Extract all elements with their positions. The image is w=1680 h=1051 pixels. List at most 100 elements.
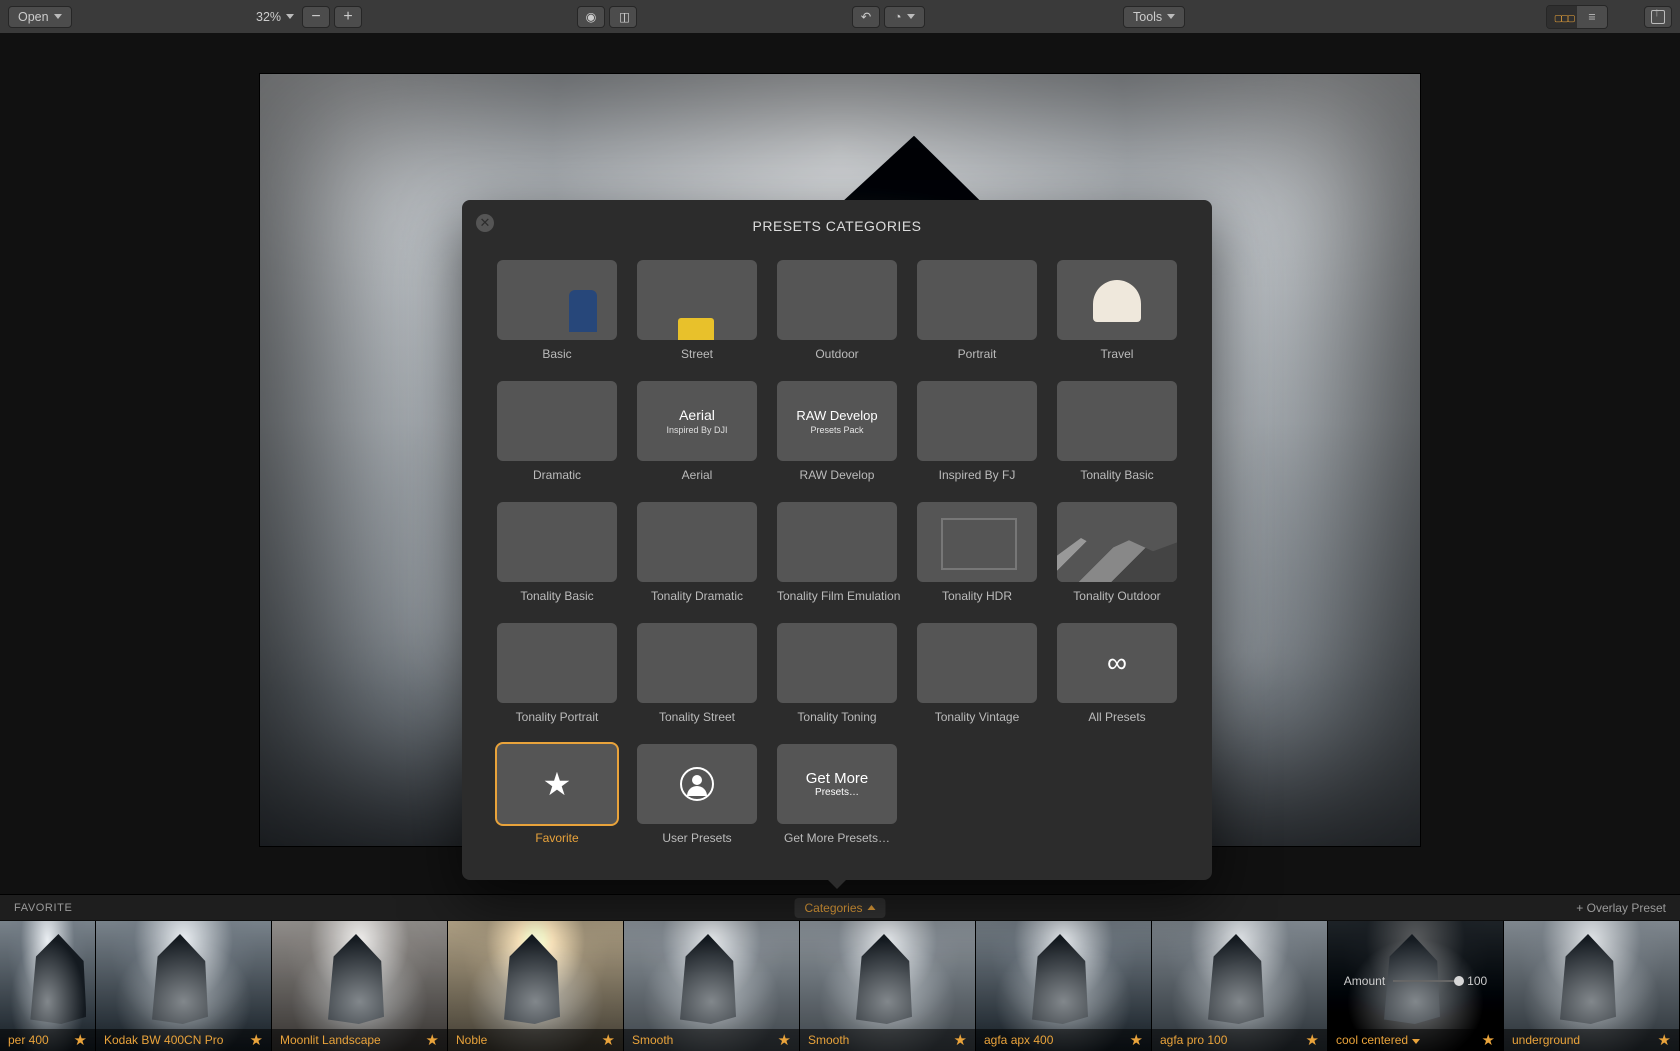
category-thumb: [497, 502, 617, 582]
preset-thumb[interactable]: agfa apx 400★: [976, 921, 1152, 1051]
zoom-in-button[interactable]: +: [334, 6, 362, 28]
preset-thumb[interactable]: agfa pro 100★: [1152, 921, 1328, 1051]
star-icon[interactable]: ★: [1306, 1031, 1319, 1049]
star-icon[interactable]: ★: [426, 1031, 439, 1049]
category-all-presets[interactable]: ∞ All Presets: [1057, 623, 1177, 724]
category-travel[interactable]: Travel: [1057, 260, 1177, 361]
preset-name: underground: [1512, 1033, 1580, 1047]
star-icon[interactable]: ★: [778, 1031, 791, 1049]
panel-mode-segmented: [1546, 5, 1608, 29]
star-icon[interactable]: ★: [1482, 1031, 1495, 1049]
category-inspired-by-fj[interactable]: Inspired By FJ: [917, 381, 1037, 482]
preset-thumb[interactable]: Smooth★: [800, 921, 976, 1051]
category-tonality-portrait[interactable]: Tonality Portrait: [497, 623, 617, 724]
preset-thumb[interactable]: Noble ★: [448, 921, 624, 1051]
preset-name: per 400: [8, 1033, 49, 1047]
overlay-sub: Inspired By DJI: [666, 425, 727, 435]
category-label: Favorite: [497, 831, 617, 845]
star-icon[interactable]: ★: [250, 1031, 263, 1049]
clock-icon: [894, 10, 902, 24]
star-icon[interactable]: ★: [602, 1031, 615, 1049]
chevron-down-icon: [1167, 14, 1175, 19]
category-thumb: [1057, 260, 1177, 340]
category-favorite[interactable]: ★ Favorite: [497, 744, 617, 845]
category-thumb: [917, 381, 1037, 461]
chevron-down-icon[interactable]: [1412, 1039, 1420, 1044]
overlay-preset-button[interactable]: + Overlay Preset: [1576, 901, 1666, 915]
category-portrait[interactable]: Portrait: [917, 260, 1037, 361]
preset-thumb[interactable]: Smooth★: [624, 921, 800, 1051]
category-tonality-basic-2[interactable]: Tonality Basic: [497, 502, 617, 603]
presets-icon: [1554, 10, 1570, 24]
category-label: Tonality Vintage: [917, 710, 1037, 724]
preset-name: Noble: [456, 1033, 487, 1047]
preset-thumb[interactable]: Kodak BW 400CN Pro ★: [96, 921, 272, 1051]
user-icon: [680, 767, 714, 801]
chevron-down-icon: [907, 14, 915, 19]
zoom-value-dropdown[interactable]: 32%: [252, 6, 298, 28]
category-tonality-toning[interactable]: Tonality Toning: [777, 623, 897, 724]
preset-amount-slider[interactable]: Amount 100: [1328, 974, 1503, 988]
preset-thumb[interactable]: underground ★: [1504, 921, 1680, 1051]
category-label: Tonality HDR: [917, 589, 1037, 603]
category-street[interactable]: Street: [637, 260, 757, 361]
category-thumb: [777, 260, 897, 340]
category-label: Tonality Dramatic: [637, 589, 757, 603]
categories-label: Categories: [804, 901, 862, 915]
sliders-icon: [1588, 10, 1595, 24]
star-icon[interactable]: ★: [74, 1031, 87, 1049]
star-icon[interactable]: ★: [954, 1031, 967, 1049]
category-thumb: [917, 623, 1037, 703]
categories-toggle-button[interactable]: Categories: [794, 898, 885, 918]
category-thumb: [497, 623, 617, 703]
category-dramatic[interactable]: Dramatic: [497, 381, 617, 482]
preset-strip[interactable]: per 400 ★ Kodak BW 400CN Pro ★ Moonlit Lan…: [0, 921, 1680, 1051]
preview-toggle-button[interactable]: [577, 6, 605, 28]
category-label: Get More Presets…: [777, 831, 897, 845]
infinity-icon: ∞: [1107, 647, 1127, 679]
category-label: Inspired By FJ: [917, 468, 1037, 482]
open-button[interactable]: Open: [8, 6, 72, 28]
category-tonality-hdr[interactable]: Tonality HDR: [917, 502, 1037, 603]
preset-name: cool centered: [1336, 1033, 1408, 1047]
zoom-out-button[interactable]: −: [302, 6, 330, 28]
chevron-down-icon: [54, 14, 62, 19]
preset-thumb[interactable]: Moonlit Landscape★: [272, 921, 448, 1051]
tools-button[interactable]: Tools: [1123, 6, 1185, 28]
adjustments-panel-button[interactable]: [1577, 6, 1607, 28]
undo-button[interactable]: [852, 6, 880, 28]
open-label: Open: [18, 10, 49, 24]
category-thumb: Aerial Inspired By DJI: [637, 381, 757, 461]
category-basic[interactable]: Basic: [497, 260, 617, 361]
category-raw-develop[interactable]: RAW Develop Presets Pack RAW Develop: [777, 381, 897, 482]
category-tonality-outdoor[interactable]: Tonality Outdoor: [1057, 502, 1177, 603]
category-tonality-film-emulation[interactable]: Tonality Film Emulation: [777, 502, 897, 603]
overlay-title: Get More: [806, 770, 869, 787]
preset-thumb-selected[interactable]: Amount 100 cool centered ★: [1328, 921, 1504, 1051]
compare-button[interactable]: [609, 6, 637, 28]
modal-close-button[interactable]: ✕: [476, 214, 494, 232]
share-button[interactable]: [1644, 6, 1672, 28]
presets-panel-button[interactable]: [1547, 6, 1577, 28]
category-aerial[interactable]: Aerial Inspired By DJI Aerial: [637, 381, 757, 482]
category-user-presets[interactable]: User Presets: [637, 744, 757, 845]
chevron-up-icon: [868, 905, 876, 910]
category-thumb: [777, 623, 897, 703]
category-label: Tonality Basic: [497, 589, 617, 603]
category-thumb: Get More Presets…: [777, 744, 897, 824]
star-icon[interactable]: ★: [1658, 1031, 1671, 1049]
slider-track[interactable]: [1393, 980, 1459, 982]
preset-name: Kodak BW 400CN Pro: [104, 1033, 223, 1047]
category-tonality-dramatic[interactable]: Tonality Dramatic: [637, 502, 757, 603]
category-tonality-basic[interactable]: Tonality Basic: [1057, 381, 1177, 482]
history-button[interactable]: [884, 6, 925, 28]
category-get-more-presets[interactable]: Get More Presets… Get More Presets…: [777, 744, 897, 845]
category-thumb: [637, 623, 757, 703]
category-tonality-street[interactable]: Tonality Street: [637, 623, 757, 724]
category-outdoor[interactable]: Outdoor: [777, 260, 897, 361]
modal-arrow-icon: [827, 879, 847, 889]
preset-thumb[interactable]: per 400 ★: [0, 921, 96, 1051]
star-icon[interactable]: ★: [1130, 1031, 1143, 1049]
categories-grid: Basic Street Outdoor Portrait Travel Dra…: [484, 260, 1190, 845]
category-tonality-vintage[interactable]: Tonality Vintage: [917, 623, 1037, 724]
